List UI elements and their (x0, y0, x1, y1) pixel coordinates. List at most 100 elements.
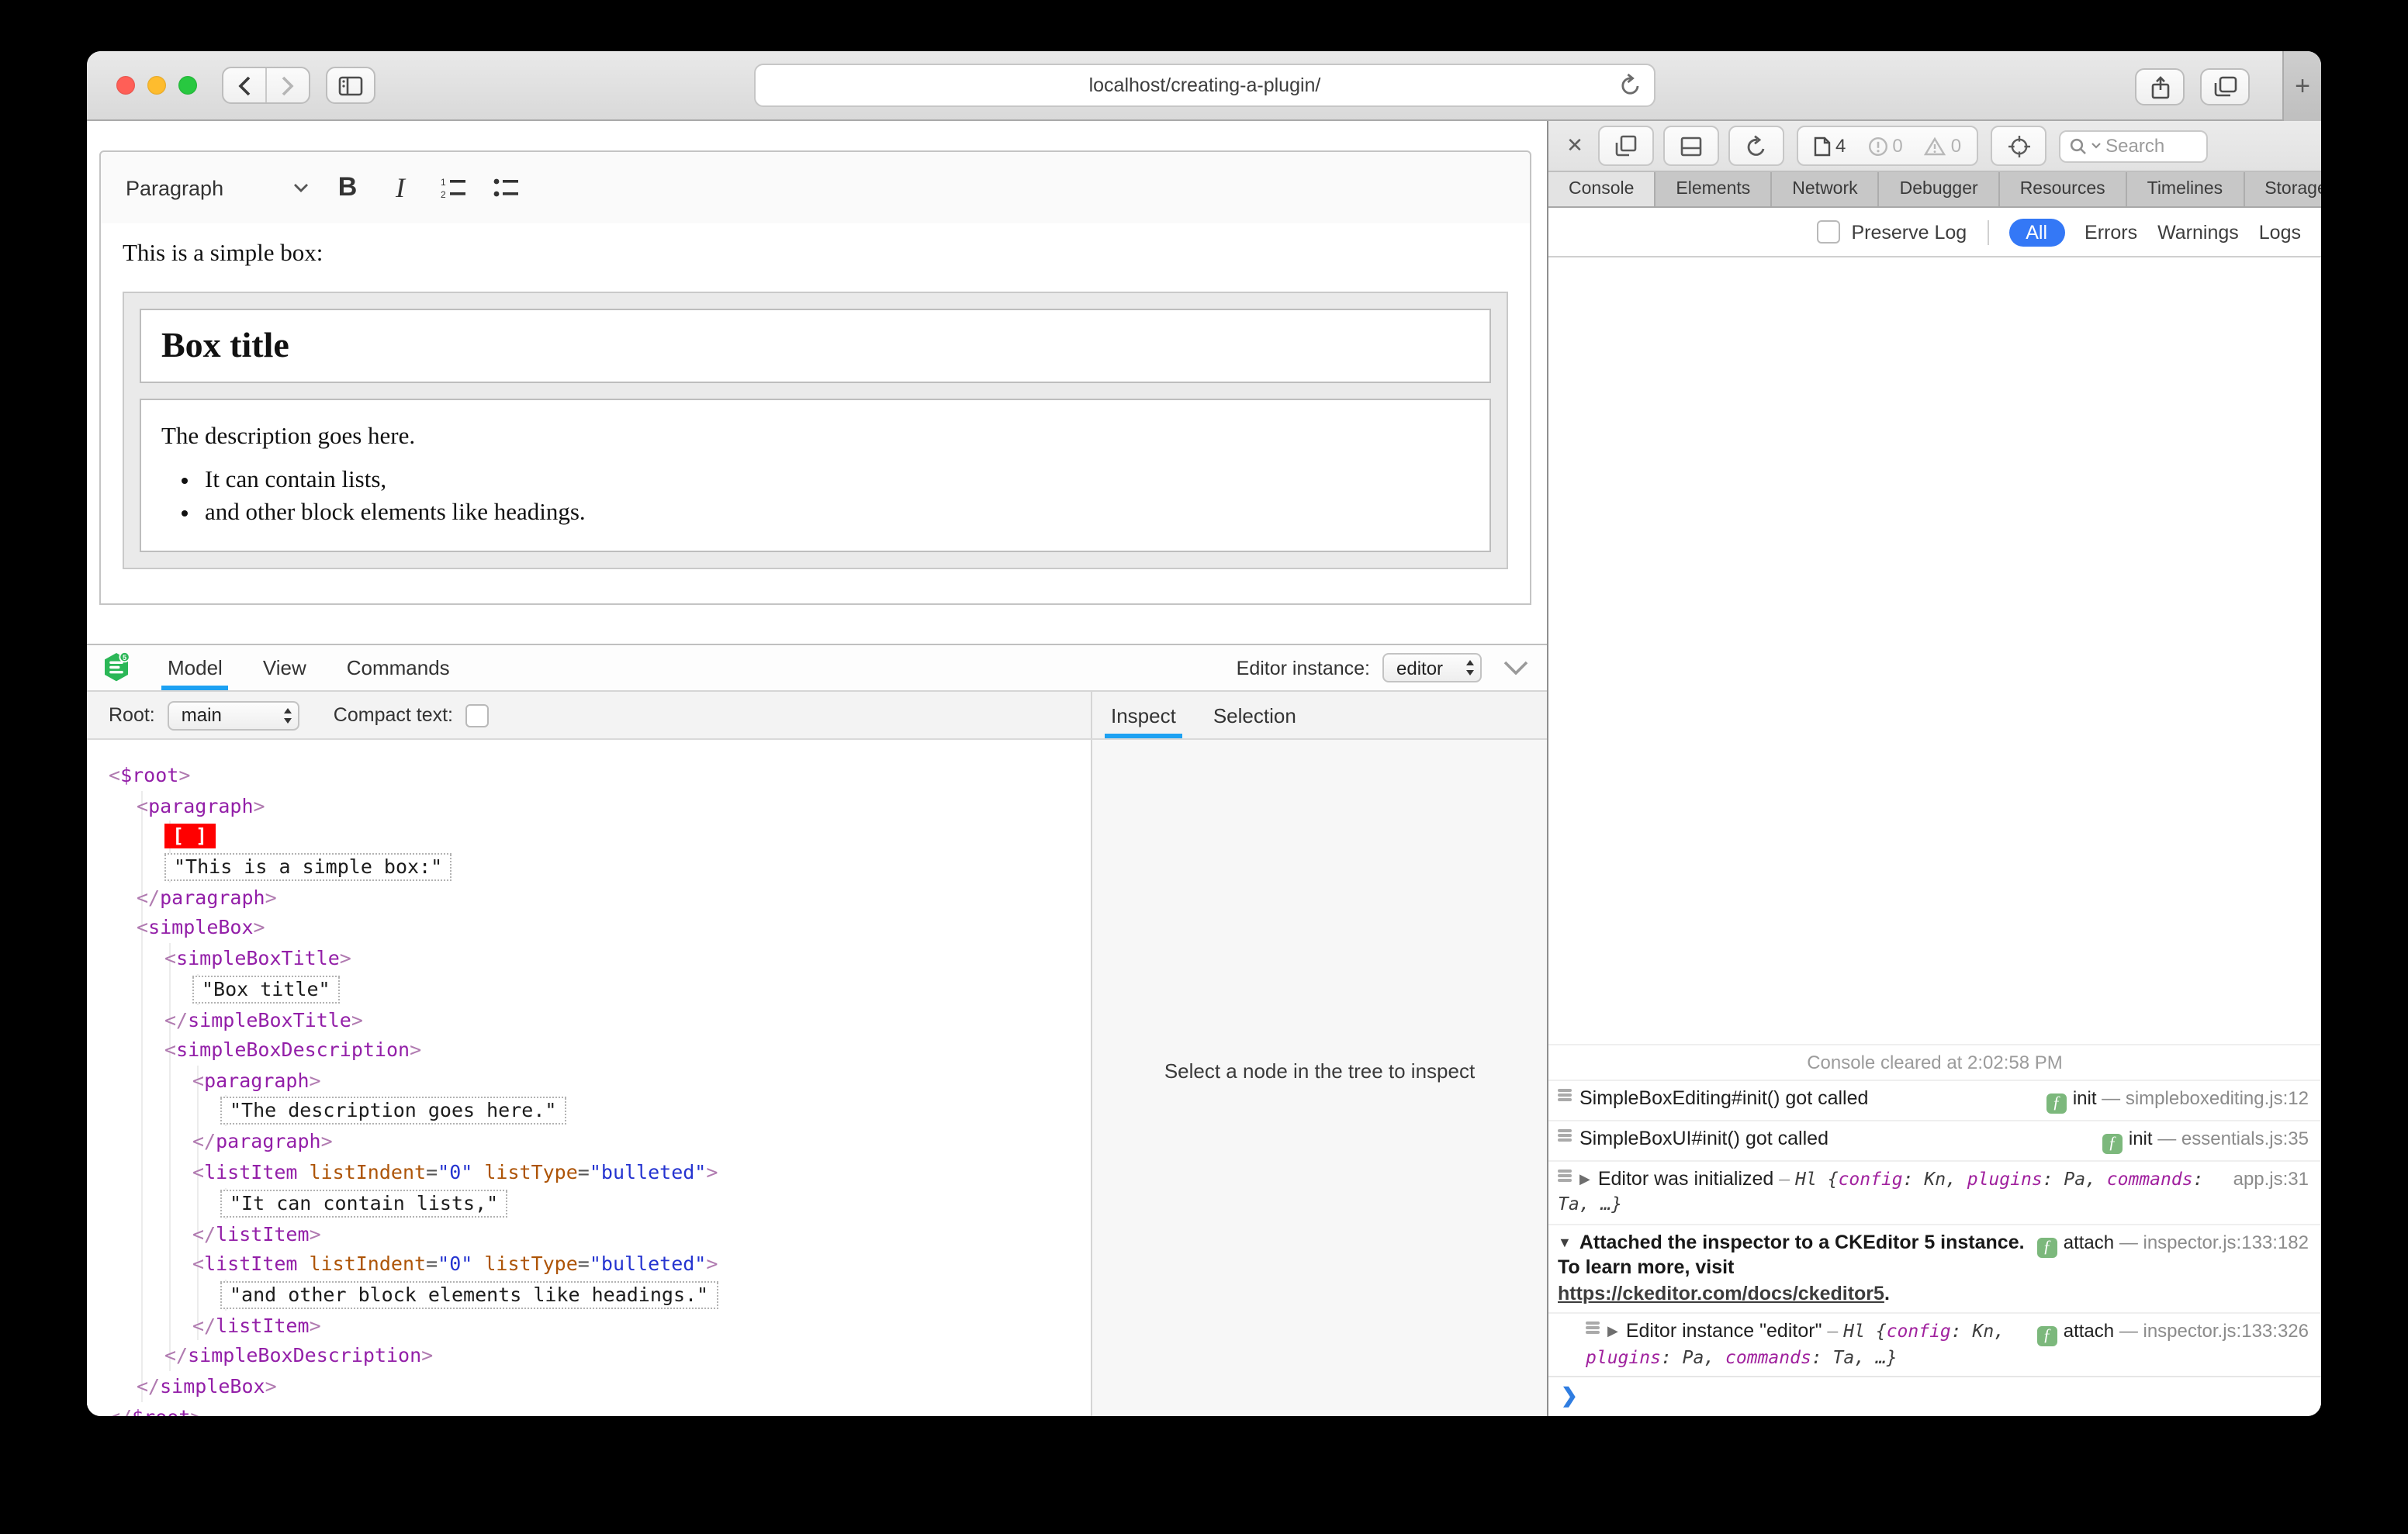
model-tree-line[interactable]: "Box title" (109, 973, 1091, 1005)
console-row[interactable]: app.js:31 ▶ Editor was initialized – Hl {c… (1548, 1159, 2321, 1223)
console-row-meta[interactable]: ƒ attach — inspector.js:133:326 (2036, 1318, 2309, 1346)
simplebox-description-area[interactable]: The description goes here. It can contai… (140, 399, 1491, 552)
console-log-icon (1586, 1320, 1600, 1335)
console-row[interactable]: ƒ attach — inspector.js:133:182 ▼ Attached … (1548, 1223, 2321, 1312)
heading-dropdown[interactable]: Paragraph (116, 164, 318, 211)
console-row[interactable]: ƒ init — essentials.js:35 SimpleBoxUI#init… (1548, 1119, 2321, 1159)
inspector-body: <$root> <paragraph>[ ] "This is a simple b… (87, 740, 1547, 1416)
devtools-tab-console[interactable]: Console (1548, 172, 1656, 206)
filter-logs[interactable]: Logs (2259, 221, 2301, 243)
tab-inspect[interactable]: Inspect (1105, 692, 1182, 738)
bold-button[interactable]: B (324, 164, 371, 211)
model-tree[interactable]: <$root> <paragraph>[ ] "This is a simple b… (87, 740, 1091, 1416)
model-tree-line[interactable]: </simpleBoxTitle> (109, 1004, 1091, 1035)
chevron-left-icon (238, 75, 251, 95)
devtools-tab-network[interactable]: Network (1772, 172, 1880, 206)
devtools-search-field[interactable]: Search (2059, 130, 2209, 162)
disclosure-triangle[interactable]: ▼ (1558, 1229, 1572, 1255)
model-tree-line[interactable]: <simpleBox> (109, 912, 1091, 943)
console-row[interactable]: ƒ attach — inspector.js:133:326 ▶ Editor in… (1548, 1312, 2321, 1376)
editor-content[interactable]: This is a simple box: Box title The desc… (99, 223, 1531, 605)
console-message-text: SimpleBoxUI#init() got called (1579, 1127, 1828, 1149)
compact-text-checkbox[interactable] (465, 703, 490, 727)
collapse-inspector-icon[interactable] (1503, 661, 1528, 675)
preserve-log-checkbox[interactable] (1817, 220, 1841, 244)
model-tree-line[interactable]: </simpleBoxDescription> (109, 1340, 1091, 1371)
model-tree-line[interactable]: "It can contain lists," (109, 1187, 1091, 1219)
zoom-window-button[interactable] (178, 76, 197, 95)
model-tree-line[interactable]: <listItem listIndent="0" listType="bulle… (109, 1249, 1091, 1280)
console-log-icon (1558, 1087, 1572, 1102)
box-title-text[interactable]: Box title (161, 326, 1469, 366)
model-tree-line[interactable]: <paragraph> (109, 1065, 1091, 1096)
share-button[interactable] (2135, 68, 2185, 105)
italic-button[interactable]: I (377, 164, 424, 211)
tab-model[interactable]: Model (161, 645, 230, 690)
detach-devtools-button[interactable] (1598, 126, 1654, 166)
model-tree-line[interactable]: </listItem> (109, 1218, 1091, 1249)
console-row-meta[interactable]: app.js:31 (2233, 1166, 2309, 1191)
editor-instance-select[interactable]: editor (1382, 653, 1482, 682)
back-button[interactable] (223, 68, 265, 102)
model-tree-line[interactable]: [ ] (109, 821, 1091, 852)
new-tab-button[interactable]: + (2282, 51, 2321, 121)
function-badge-icon: ƒ (2102, 1133, 2123, 1153)
editor-paragraph[interactable]: This is a simple box: (123, 240, 1508, 268)
console-row-meta[interactable]: ƒ init — essentials.js:35 (2102, 1125, 2309, 1153)
disclosure-triangle[interactable]: ▶ (1579, 1166, 1590, 1191)
close-window-button[interactable] (116, 76, 135, 95)
filter-errors[interactable]: Errors (2085, 221, 2137, 243)
model-tree-line[interactable]: </simpleBox> (109, 1370, 1091, 1401)
model-tree-line[interactable]: "This is a simple box:" (109, 851, 1091, 883)
model-tree-line[interactable]: </paragraph> (109, 1126, 1091, 1157)
tab-selection[interactable]: Selection (1213, 692, 1296, 738)
tab-commands[interactable]: Commands (347, 645, 450, 690)
console-prompt[interactable]: ❯ (1548, 1376, 2321, 1416)
model-tree-line[interactable]: "The description goes here." (109, 1095, 1091, 1127)
minimize-window-button[interactable] (147, 76, 166, 95)
reload-page-button[interactable] (1728, 126, 1784, 166)
console-link[interactable]: https://ckeditor.com/docs/ckeditor5 (1558, 1282, 1884, 1304)
chevron-right-icon (282, 75, 294, 95)
model-tree-line[interactable]: <simpleBoxDescription> (109, 1035, 1091, 1066)
simplebox-widget[interactable]: Box title The description goes here. It … (123, 292, 1508, 569)
devtools-tab-storage[interactable]: Storage (2244, 172, 2321, 206)
numbered-list-button[interactable]: 1 2 (430, 164, 476, 211)
model-tree-line[interactable]: <$root> (109, 760, 1091, 790)
address-bar[interactable]: localhost/creating-a-plugin/ (754, 64, 1656, 107)
list-item[interactable]: and other block elements like headings. (205, 499, 1469, 527)
console-row-meta[interactable]: ƒ attach — inspector.js:133:182 (2036, 1229, 2309, 1257)
simplebox-title-area[interactable]: Box title (140, 309, 1491, 383)
sidebar-toggle-button[interactable] (326, 67, 375, 104)
model-tree-line[interactable]: "and other block elements like headings.… (109, 1279, 1091, 1311)
console-row[interactable]: ƒ init — simpleboxediting.js:12 SimpleBoxE… (1548, 1079, 2321, 1119)
devtools-tab-timelines[interactable]: Timelines (2126, 172, 2245, 206)
model-tree-line[interactable]: </$root> (109, 1401, 1091, 1416)
resource-status-group[interactable]: 4 0 0 (1797, 126, 1979, 166)
model-tree-line[interactable]: </listItem> (109, 1310, 1091, 1341)
web-inspector: ✕ 4 0 0 Search Console Elements Network … (1547, 121, 2321, 1416)
list-item[interactable]: It can contain lists, (205, 467, 1469, 495)
close-devtools-button[interactable]: ✕ (1561, 127, 1589, 164)
dock-bottom-button[interactable] (1663, 126, 1719, 166)
disclosure-triangle[interactable]: ▶ (1607, 1318, 1618, 1344)
filter-warnings[interactable]: Warnings (2157, 221, 2239, 243)
element-picker-button[interactable] (1991, 126, 2047, 166)
forward-button[interactable] (265, 68, 309, 102)
devtools-tab-resources[interactable]: Resources (1999, 172, 2127, 206)
devtools-tab-debugger[interactable]: Debugger (1879, 172, 2000, 206)
root-select[interactable]: main (167, 700, 299, 730)
model-tree-line[interactable]: </paragraph> (109, 882, 1091, 913)
inspector-tabs: Model View Commands (161, 645, 450, 690)
description-text[interactable]: The description goes here. (161, 423, 1469, 451)
model-tree-line[interactable]: <paragraph> (109, 790, 1091, 821)
model-tree-line[interactable]: <listItem listIndent="0" listType="bulle… (109, 1156, 1091, 1188)
reload-button[interactable] (1620, 73, 1642, 98)
tab-overview-button[interactable] (2200, 68, 2250, 105)
model-tree-line[interactable]: <simpleBoxTitle> (109, 942, 1091, 974)
bulleted-list-button[interactable] (483, 164, 529, 211)
tab-view[interactable]: View (263, 645, 306, 690)
console-row-meta[interactable]: ƒ init — simpleboxediting.js:12 (2046, 1085, 2309, 1113)
devtools-tab-elements[interactable]: Elements (1656, 172, 1773, 206)
filter-all[interactable]: All (2008, 218, 2065, 246)
